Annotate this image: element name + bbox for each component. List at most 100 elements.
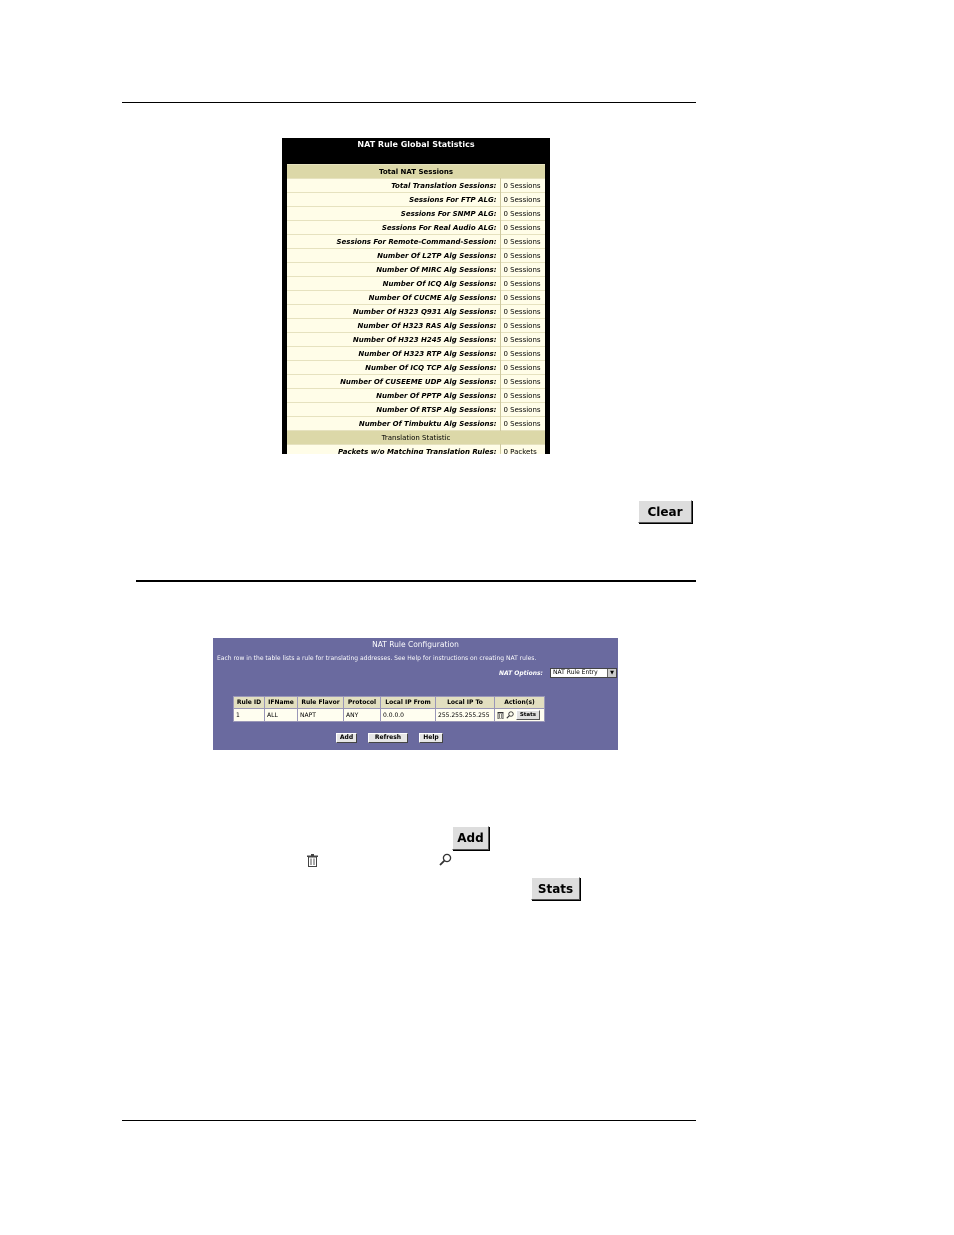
- magnifier-icon: [439, 853, 452, 866]
- stats-row: Sessions For FTP ALG: 0 Sessions: [287, 192, 545, 207]
- stats-row: Number Of RTSP Alg Sessions: 0 Sessions: [287, 402, 545, 417]
- cell-protocol: ANY: [343, 708, 381, 722]
- stats-value: 0 Sessions: [500, 332, 545, 347]
- add-button[interactable]: Add: [336, 733, 357, 743]
- stats-row: Number Of H323 RTP Alg Sessions: 0 Sessio…: [287, 346, 545, 361]
- stats-label: Sessions For FTP ALG:: [287, 192, 501, 207]
- column-header-actions: Action(s): [494, 696, 545, 709]
- stats-value: 0 Packets: [500, 444, 545, 454]
- stats-row: Sessions For Remote-Command-Session: 0 Se…: [287, 234, 545, 249]
- stats-label: Total Translation Sessions:: [287, 178, 501, 193]
- stats-section-label: Translation Statistic: [287, 430, 545, 445]
- refresh-button[interactable]: Refresh: [368, 733, 408, 743]
- nat-options-label: NAT Options:: [499, 670, 543, 677]
- cell-rule-flavor: NAPT: [297, 708, 344, 722]
- nat-options-select[interactable]: NAT Rule Entry ▼: [550, 668, 617, 678]
- stats-panel-title: NAT Rule Global Statistics: [357, 140, 475, 149]
- stats-row: Number Of ICQ Alg Sessions: 0 Sessions: [287, 276, 545, 291]
- middle-divider: [136, 580, 696, 582]
- stats-label: Number Of CUCME Alg Sessions:: [287, 290, 501, 305]
- stats-section-label: Total NAT Sessions: [287, 164, 545, 179]
- table-row: 1 ALL NAPT ANY 0.0.0.0 255.255.255.255 S…: [233, 708, 545, 722]
- stats-value: 0 Sessions: [500, 374, 545, 389]
- stats-row: Sessions For SNMP ALG: 0 Sessions: [287, 206, 545, 221]
- trash-icon: [307, 854, 318, 867]
- stats-section-header: Total NAT Sessions: [287, 164, 545, 179]
- stats-row: Number Of MIRC Alg Sessions: 0 Sessions: [287, 262, 545, 277]
- stats-label: Number Of ICQ TCP Alg Sessions:: [287, 360, 501, 375]
- column-header-ifname: IFName: [264, 696, 298, 709]
- magnifier-icon[interactable]: [506, 711, 514, 719]
- stats-label: Number Of CUSEEME UDP Alg Sessions:: [287, 374, 501, 389]
- chevron-down-icon: ▼: [607, 669, 616, 677]
- column-header-local-ip-to: Local IP To: [435, 696, 495, 709]
- stats-value: 0 Sessions: [500, 206, 545, 221]
- stats-label: Number Of ICQ Alg Sessions:: [287, 276, 501, 291]
- stats-row: Number Of CUCME Alg Sessions: 0 Sessions: [287, 290, 545, 305]
- stats-label: Sessions For SNMP ALG:: [287, 206, 501, 221]
- cell-rule-id: 1: [233, 708, 265, 722]
- stats-label: Number Of Timbuktu Alg Sessions:: [287, 416, 501, 431]
- stats-label: Sessions For Remote-Command-Session:: [287, 234, 501, 249]
- stats-button[interactable]: Stats: [515, 710, 541, 720]
- stats-label: Number Of RTSP Alg Sessions:: [287, 402, 501, 417]
- stats-row: Number Of PPTP Alg Sessions: 0 Sessions: [287, 388, 545, 403]
- stats-value: 0 Sessions: [500, 276, 545, 291]
- stats-row: Number Of CUSEEME UDP Alg Sessions: 0 Ses…: [287, 374, 545, 389]
- add-button-legend[interactable]: Add: [452, 826, 489, 850]
- trash-icon[interactable]: [497, 711, 504, 720]
- stats-value: 0 Sessions: [500, 290, 545, 305]
- stats-button-legend[interactable]: Stats: [531, 877, 580, 900]
- stats-label: Number Of L2TP Alg Sessions:: [287, 248, 501, 263]
- stats-section-header: Translation Statistic: [287, 430, 545, 445]
- column-header-rule-flavor: Rule Flavor: [297, 696, 344, 709]
- stats-row: Total Translation Sessions: 0 Sessions: [287, 178, 545, 193]
- stats-value: 0 Sessions: [500, 388, 545, 403]
- stats-label: Number Of PPTP Alg Sessions:: [287, 388, 501, 403]
- stats-label: Number Of H323 RAS Alg Sessions:: [287, 318, 501, 333]
- nat-options-value: NAT Rule Entry: [553, 669, 598, 676]
- clear-button[interactable]: Clear: [638, 500, 692, 523]
- stats-table: Total NAT Sessions Total Translation Sess…: [287, 164, 545, 454]
- stats-value: 0 Sessions: [500, 416, 545, 431]
- stats-row: Number Of ICQ TCP Alg Sessions: 0 Session…: [287, 360, 545, 375]
- stats-value: 0 Sessions: [500, 402, 545, 417]
- config-description: Each row in the table lists a rule for t…: [217, 655, 537, 662]
- stats-row: Number Of H323 H245 Alg Sessions: 0 Sessi…: [287, 332, 545, 347]
- stats-value: 0 Sessions: [500, 178, 545, 193]
- config-panel-title: NAT Rule Configuration: [372, 640, 459, 649]
- stats-row: Sessions For Real Audio ALG: 0 Sessions: [287, 220, 545, 235]
- stats-value: 0 Sessions: [500, 192, 545, 207]
- bottom-divider: [122, 1120, 696, 1121]
- help-button[interactable]: Help: [419, 733, 443, 743]
- stats-value: 0 Sessions: [500, 346, 545, 361]
- stats-value: 0 Sessions: [500, 234, 545, 249]
- stats-row: Number Of H323 RAS Alg Sessions: 0 Sessio…: [287, 318, 545, 333]
- column-header-rule-id: Rule ID: [233, 696, 265, 709]
- stats-value: 0 Sessions: [500, 318, 545, 333]
- nat-rule-configuration-panel: NAT Rule Configuration Each row in the t…: [213, 638, 618, 750]
- stats-label: Packets w/o Matching Translation Rules:: [287, 444, 501, 454]
- stats-row: Number Of L2TP Alg Sessions: 0 Sessions: [287, 248, 545, 263]
- column-header-local-ip-from: Local IP From: [380, 696, 436, 709]
- stats-value: 0 Sessions: [500, 360, 545, 375]
- nat-rule-table: Rule ID IFName Rule Flavor Protocol Loca…: [233, 696, 545, 722]
- stats-value: 0 Sessions: [500, 304, 545, 319]
- cell-local-ip-from: 0.0.0.0: [380, 708, 436, 722]
- nat-global-statistics-panel: NAT Rule Global Statistics Total NAT Ses…: [282, 138, 550, 454]
- stats-row: Number Of Timbuktu Alg Sessions: 0 Sessio…: [287, 416, 545, 431]
- stats-label: Number Of MIRC Alg Sessions:: [287, 262, 501, 277]
- stats-label: Number Of H323 H245 Alg Sessions:: [287, 332, 501, 347]
- cell-local-ip-to: 255.255.255.255: [435, 708, 495, 722]
- stats-row: Packets w/o Matching Translation Rules: 0…: [287, 444, 545, 454]
- stats-label: Number Of H323 Q931 Alg Sessions:: [287, 304, 501, 319]
- top-divider: [122, 102, 696, 103]
- stats-value: 0 Sessions: [500, 248, 545, 263]
- cell-ifname: ALL: [264, 708, 298, 722]
- stats-label: Number Of H323 RTP Alg Sessions:: [287, 346, 501, 361]
- stats-row: Number Of H323 Q931 Alg Sessions: 0 Sessi…: [287, 304, 545, 319]
- stats-value: 0 Sessions: [500, 262, 545, 277]
- column-header-protocol: Protocol: [343, 696, 381, 709]
- cell-actions: Stats: [494, 708, 545, 722]
- stats-label: Sessions For Real Audio ALG:: [287, 220, 501, 235]
